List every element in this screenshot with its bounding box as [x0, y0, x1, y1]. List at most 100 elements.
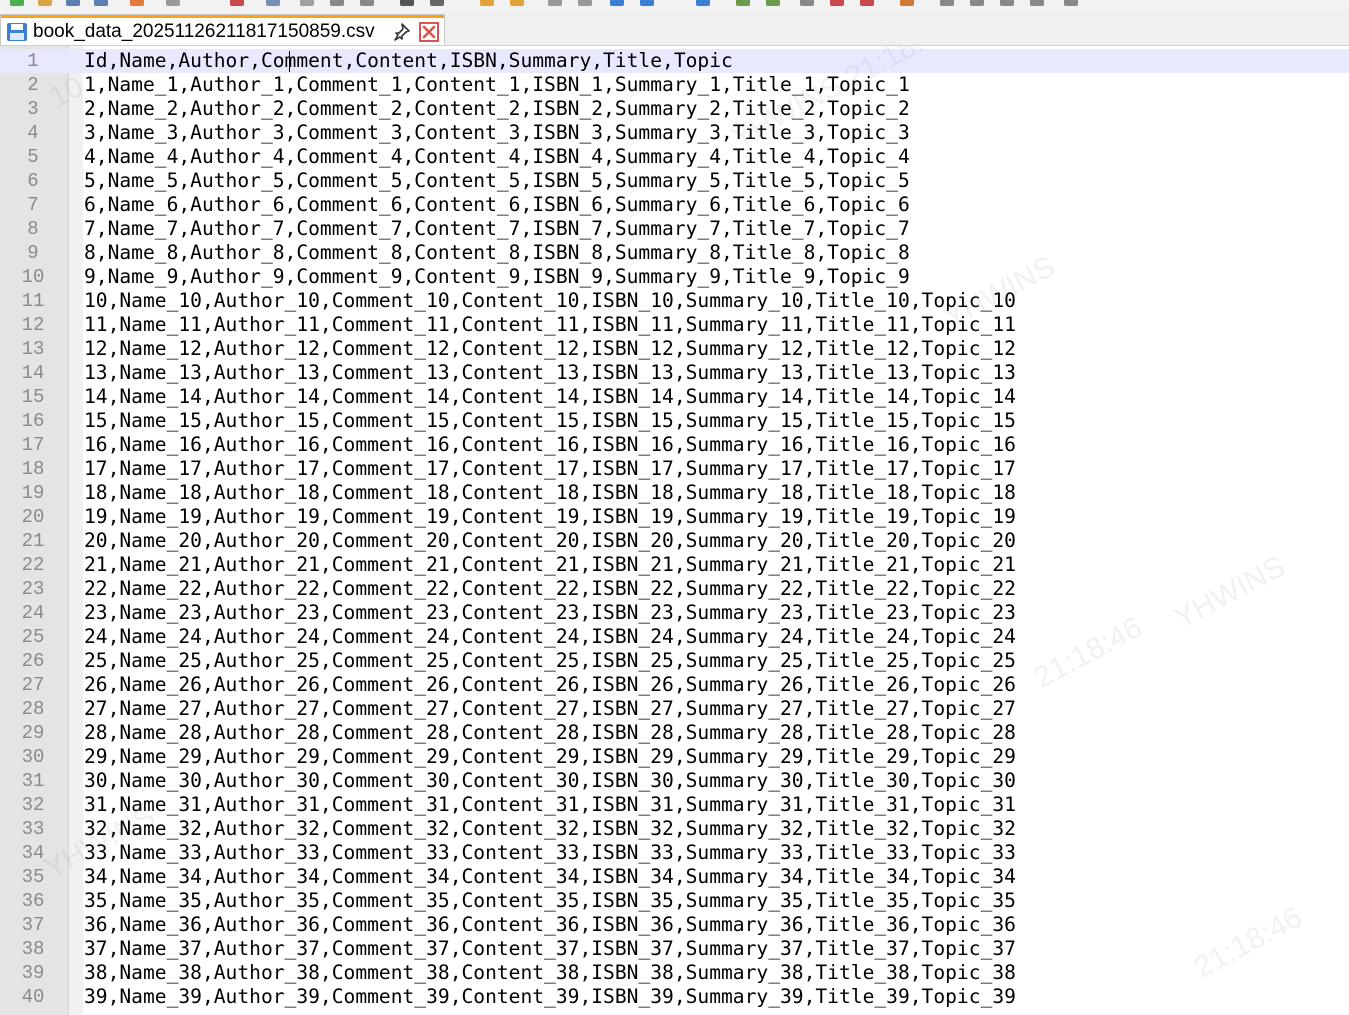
pin-icon[interactable] — [391, 22, 411, 42]
line-text[interactable]: 11,Name_11,Author_11,Comment_11,Content_… — [84, 313, 1016, 337]
line-text[interactable]: 39,Name_39,Author_39,Comment_39,Content_… — [84, 985, 1016, 1009]
toolbar-extra-icon[interactable] — [1064, 0, 1078, 6]
toolbar-sync-v-icon[interactable] — [548, 0, 562, 6]
editor-line[interactable]: 30 29,Name_29,Author_29,Comment_29,Conten… — [0, 745, 1349, 769]
editor-line[interactable]: 8 7,Name_7,Author_7,Comment_7,Content_7,I… — [0, 217, 1349, 241]
line-text[interactable]: 20,Name_20,Author_20,Comment_20,Content_… — [84, 529, 1016, 553]
editor-line[interactable]: 33 32,Name_32,Author_32,Comment_32,Conten… — [0, 817, 1349, 841]
editor-line[interactable]: 21 20,Name_20,Author_20,Comment_20,Conten… — [0, 529, 1349, 553]
line-text[interactable]: 14,Name_14,Author_14,Comment_14,Content_… — [84, 385, 1016, 409]
editor-line[interactable]: 24 23,Name_23,Author_23,Comment_23,Conten… — [0, 601, 1349, 625]
editor-line[interactable]: 35 34,Name_34,Author_34,Comment_34,Conten… — [0, 865, 1349, 889]
line-text[interactable]: 8,Name_8,Author_8,Comment_8,Content_8,IS… — [84, 241, 910, 265]
line-text[interactable]: 31,Name_31,Author_31,Comment_31,Content_… — [84, 793, 1016, 817]
editor-line-current[interactable]: 1 Id,Name,Author,Comment,Content,ISBN,Sum… — [0, 49, 1349, 73]
toolbar-udl-icon[interactable] — [736, 0, 750, 6]
line-text[interactable]: 15,Name_15,Author_15,Comment_15,Content_… — [84, 409, 1016, 433]
toolbar-close-icon[interactable] — [130, 0, 144, 6]
editor-line[interactable]: 27 26,Name_26,Author_26,Comment_26,Conten… — [0, 673, 1349, 697]
line-text[interactable]: 38,Name_38,Author_38,Comment_38,Content_… — [84, 961, 1016, 985]
toolbar-paste-icon[interactable] — [300, 0, 314, 6]
line-text[interactable]: 27,Name_27,Author_27,Comment_27,Content_… — [84, 697, 1016, 721]
line-text[interactable]: 3,Name_3,Author_3,Comment_3,Content_3,IS… — [84, 121, 910, 145]
line-text[interactable]: 2,Name_2,Author_2,Comment_2,Content_2,IS… — [84, 97, 910, 121]
line-text[interactable]: 9,Name_9,Author_9,Comment_9,Content_9,IS… — [84, 265, 910, 289]
toolbar-record-icon[interactable] — [900, 0, 914, 6]
line-text[interactable]: 4,Name_4,Author_4,Comment_4,Content_4,IS… — [84, 145, 910, 169]
editor-line[interactable]: 14 13,Name_13,Author_13,Comment_13,Conten… — [0, 361, 1349, 385]
editor-line[interactable]: 6 5,Name_5,Author_5,Comment_5,Content_5,I… — [0, 169, 1349, 193]
line-text[interactable]: 25,Name_25,Author_25,Comment_25,Content_… — [84, 649, 1016, 673]
toolbar-save-macro-icon[interactable] — [1030, 0, 1044, 6]
editor-line[interactable]: 18 17,Name_17,Author_17,Comment_17,Conten… — [0, 457, 1349, 481]
editor-line[interactable]: 2 1,Name_1,Author_1,Comment_1,Content_1,I… — [0, 73, 1349, 97]
editor-line[interactable]: 12 11,Name_11,Author_11,Comment_11,Conten… — [0, 313, 1349, 337]
toolbar-folder-workspace-icon[interactable] — [830, 0, 844, 6]
line-text[interactable]: 28,Name_28,Author_28,Comment_28,Content_… — [84, 721, 1016, 745]
line-text[interactable]: 30,Name_30,Author_30,Comment_30,Content_… — [84, 769, 1016, 793]
editor-line[interactable]: 22 21,Name_21,Author_21,Comment_21,Conten… — [0, 553, 1349, 577]
editor-line[interactable]: 3 2,Name_2,Author_2,Comment_2,Content_2,I… — [0, 97, 1349, 121]
line-text[interactable]: 22,Name_22,Author_22,Comment_22,Content_… — [84, 577, 1016, 601]
tab-active-file[interactable]: book_data_20251126211817150859.csv — [0, 14, 445, 45]
line-text[interactable]: 36,Name_36,Author_36,Comment_36,Content_… — [84, 913, 1016, 937]
line-text[interactable]: 1,Name_1,Author_1,Comment_1,Content_1,IS… — [84, 73, 910, 97]
line-text[interactable]: 19,Name_19,Author_19,Comment_19,Content_… — [84, 505, 1016, 529]
editor-line[interactable]: 36 35,Name_35,Author_35,Comment_35,Conten… — [0, 889, 1349, 913]
line-text[interactable]: 35,Name_35,Author_35,Comment_35,Content_… — [84, 889, 1016, 913]
editor-line[interactable]: 13 12,Name_12,Author_12,Comment_12,Conten… — [0, 337, 1349, 361]
editor-line[interactable]: 5 4,Name_4,Author_4,Comment_4,Content_4,I… — [0, 145, 1349, 169]
line-text[interactable]: 6,Name_6,Author_6,Comment_6,Content_6,IS… — [84, 193, 910, 217]
toolbar-redo-icon[interactable] — [360, 0, 374, 6]
line-text[interactable]: 33,Name_33,Author_33,Comment_33,Content_… — [84, 841, 1016, 865]
line-text[interactable]: 24,Name_24,Author_24,Comment_24,Content_… — [84, 625, 1016, 649]
line-text[interactable]: 29,Name_29,Author_29,Comment_29,Content_… — [84, 745, 1016, 769]
line-text[interactable]: 18,Name_18,Author_18,Comment_18,Content_… — [84, 481, 1016, 505]
toolbar-open-icon[interactable] — [38, 0, 52, 6]
line-text[interactable]: 26,Name_26,Author_26,Comment_26,Content_… — [84, 673, 1016, 697]
line-text[interactable]: 7,Name_7,Author_7,Comment_7,Content_7,IS… — [84, 217, 910, 241]
toolbar-sync-h-icon[interactable] — [578, 0, 592, 6]
editor-line[interactable]: 17 16,Name_16,Author_16,Comment_16,Conten… — [0, 433, 1349, 457]
editor-line[interactable]: 11 10,Name_10,Author_10,Comment_10,Conten… — [0, 289, 1349, 313]
editor-line[interactable]: 28 27,Name_27,Author_27,Comment_27,Conten… — [0, 697, 1349, 721]
toolbar-new-icon[interactable] — [10, 0, 24, 6]
toolbar-replace-icon[interactable] — [430, 0, 444, 6]
toolbar-function-list-icon[interactable] — [800, 0, 814, 6]
editor-line[interactable]: 16 15,Name_15,Author_15,Comment_15,Conten… — [0, 409, 1349, 433]
toolbar-save-all-icon[interactable] — [94, 0, 108, 6]
toolbar-play-icon[interactable] — [970, 0, 984, 6]
line-text[interactable]: Id,Name,Author,Comment,Content,ISBN,Summ… — [84, 49, 733, 73]
toolbar-indent-guide-icon[interactable] — [696, 0, 710, 6]
editor-line[interactable]: 39 38,Name_38,Author_38,Comment_38,Conten… — [0, 961, 1349, 985]
toolbar-undo-icon[interactable] — [330, 0, 344, 6]
editor-line[interactable]: 32 31,Name_31,Author_31,Comment_31,Conten… — [0, 793, 1349, 817]
close-x-icon[interactable] — [419, 22, 439, 42]
editor-line[interactable]: 31 30,Name_30,Author_30,Comment_30,Conten… — [0, 769, 1349, 793]
toolbar-save-icon[interactable] — [66, 0, 80, 6]
line-text[interactable]: 10,Name_10,Author_10,Comment_10,Content_… — [84, 289, 1016, 313]
line-text[interactable]: 34,Name_34,Author_34,Comment_34,Content_… — [84, 865, 1016, 889]
line-text[interactable]: 5,Name_5,Author_5,Comment_5,Content_5,IS… — [84, 169, 910, 193]
toolbar-cut-icon[interactable] — [230, 0, 244, 6]
editor-line[interactable]: 4 3,Name_3,Author_3,Comment_3,Content_3,I… — [0, 121, 1349, 145]
toolbar-zoom-in-icon[interactable] — [480, 0, 494, 6]
editor-line[interactable]: 7 6,Name_6,Author_6,Comment_6,Content_6,I… — [0, 193, 1349, 217]
line-text[interactable]: 21,Name_21,Author_21,Comment_21,Content_… — [84, 553, 1016, 577]
toolbar-zoom-out-icon[interactable] — [510, 0, 524, 6]
toolbar-wrap-icon[interactable] — [610, 0, 624, 6]
toolbar-stop-icon[interactable] — [940, 0, 954, 6]
toolbar-all-chars-icon[interactable] — [640, 0, 654, 6]
line-text[interactable]: 16,Name_16,Author_16,Comment_16,Content_… — [84, 433, 1016, 457]
editor-line[interactable]: 34 33,Name_33,Author_33,Comment_33,Conten… — [0, 841, 1349, 865]
editor-line[interactable]: 20 19,Name_19,Author_19,Comment_19,Conten… — [0, 505, 1349, 529]
editor-line[interactable]: 29 28,Name_28,Author_28,Comment_28,Conten… — [0, 721, 1349, 745]
line-text[interactable]: 37,Name_37,Author_37,Comment_37,Content_… — [84, 937, 1016, 961]
editor-line[interactable]: 26 25,Name_25,Author_25,Comment_25,Conten… — [0, 649, 1349, 673]
line-text[interactable]: 32,Name_32,Author_32,Comment_32,Content_… — [84, 817, 1016, 841]
line-text[interactable]: 13,Name_13,Author_13,Comment_13,Content_… — [84, 361, 1016, 385]
line-text[interactable]: 12,Name_12,Author_12,Comment_12,Content_… — [84, 337, 1016, 361]
editor-line[interactable]: 15 14,Name_14,Author_14,Comment_14,Conten… — [0, 385, 1349, 409]
editor-line[interactable]: 19 18,Name_18,Author_18,Comment_18,Conten… — [0, 481, 1349, 505]
line-text[interactable]: 23,Name_23,Author_23,Comment_23,Content_… — [84, 601, 1016, 625]
